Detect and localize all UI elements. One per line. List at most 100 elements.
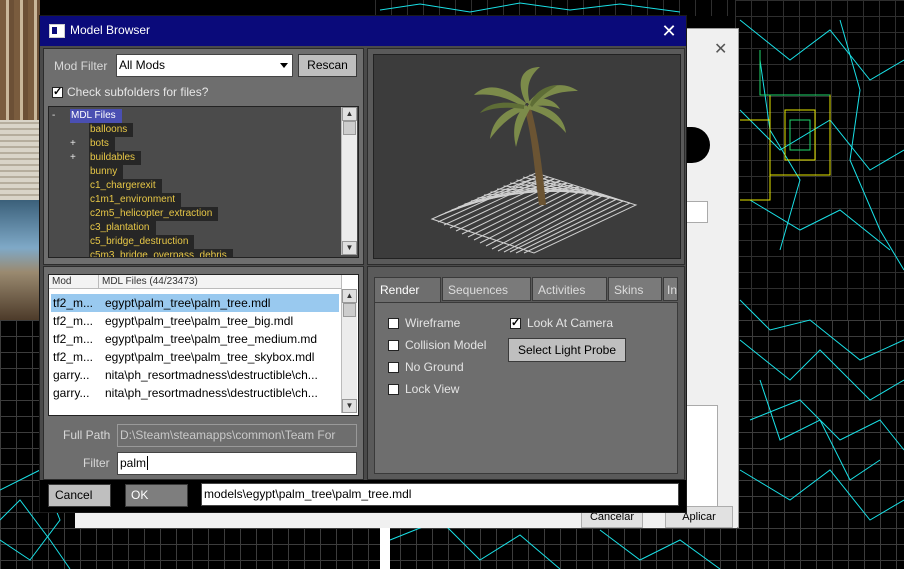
tab-render[interactable]: Render — [374, 277, 441, 303]
list-item[interactable]: garry... nita\ph_resortmadness\destructi… — [51, 384, 339, 402]
footer-bar: Cancel OK models\egypt\palm_tree\palm_tr… — [40, 480, 686, 512]
row-path: egypt\palm_tree\palm_tree_medium.md — [105, 332, 318, 346]
row-mod: tf2_m... — [53, 314, 94, 328]
row-path: nita\ph_resortmadness\destructible\ch... — [105, 386, 318, 400]
list-item[interactable]: tf2_m... egypt\palm_tree\palm_tree_skybo… — [51, 348, 339, 366]
col-files-header[interactable]: MDL Files (44/23473) — [99, 275, 342, 289]
wireframe-label: Wireframe — [405, 316, 461, 330]
file-list[interactable]: Mod MDL Files (44/23473) tf2_m... egypt\… — [48, 274, 359, 416]
file-list-scrollbar[interactable]: ▲ ▼ — [341, 289, 357, 413]
tree-expander[interactable]: + — [70, 137, 76, 151]
list-item[interactable]: garry... nita\ph_resortmadness\destructi… — [51, 366, 339, 384]
background-dialog: ✕ — [684, 28, 739, 528]
roof-texture — [0, 120, 40, 200]
collision-model-checkbox[interactable] — [388, 340, 399, 351]
background-field[interactable] — [686, 201, 708, 223]
row-path: egypt\palm_tree\palm_tree_skybox.mdl — [105, 350, 315, 364]
subfolders-label: Check subfolders for files? — [67, 85, 209, 99]
no-ground-label: No Ground — [405, 360, 464, 374]
tree-item[interactable]: balloons — [89, 123, 134, 137]
mod-filter-select[interactable]: All Mods — [116, 54, 293, 77]
row-mod: tf2_m... — [53, 332, 94, 346]
row-mod: garry... — [53, 368, 90, 382]
tab-info[interactable]: In — [663, 277, 678, 301]
full-path-field[interactable]: D:\Steam\steamapps\common\Team For — [117, 424, 357, 447]
tree-item[interactable]: bunny — [89, 165, 124, 179]
tree-item[interactable]: c2m5_helicopter_extraction — [89, 207, 219, 221]
filter-input[interactable]: palm​ — [117, 452, 357, 475]
list-item[interactable]: tf2_m... egypt\palm_tree\palm_tree.mdl — [51, 294, 339, 312]
file-panel: Mod MDL Files (44/23473) tf2_m... egypt\… — [43, 266, 364, 480]
col-mod-header[interactable]: Mod — [49, 275, 99, 289]
tab-strip: Render Sequences Activities Skins In — [374, 277, 678, 303]
no-ground-checkbox[interactable] — [388, 362, 399, 373]
render-tab-page: Wireframe Collision Model No Ground Lock… — [374, 302, 678, 474]
tree-item[interactable]: bots — [89, 137, 115, 151]
folder-tree[interactable]: - MDL Files balloons + bots + buildables… — [48, 106, 359, 258]
mod-filter-value: All Mods — [119, 58, 166, 72]
lock-view-checkbox[interactable] — [388, 384, 399, 395]
ok-button[interactable]: OK — [125, 484, 188, 507]
collision-model-label: Collision Model — [405, 338, 487, 352]
tree-root-expander[interactable]: - — [52, 109, 55, 123]
model-path-field[interactable]: models\egypt\palm_tree\palm_tree.mdl — [201, 483, 679, 506]
background-strip — [380, 528, 390, 569]
viewport-2d-grid-top — [375, 0, 735, 16]
cancel-button[interactable]: Cancel — [48, 484, 111, 507]
list-item[interactable]: tf2_m... egypt\palm_tree\palm_tree_big.m… — [51, 312, 339, 330]
dialog-title: Model Browser — [70, 23, 151, 37]
tree-item[interactable]: c5_bridge_destruction — [89, 235, 195, 249]
row-mod: tf2_m... — [53, 350, 94, 364]
list-item[interactable]: tf2_m... egypt\palm_tree\palm_tree_mediu… — [51, 330, 339, 348]
rescan-button[interactable]: Rescan — [298, 54, 357, 77]
chevron-down-icon — [280, 63, 288, 68]
scroll-up-icon[interactable]: ▲ — [342, 289, 357, 303]
angle-dial[interactable] — [684, 127, 710, 163]
wireframe-checkbox[interactable] — [388, 318, 399, 329]
filter-value: palm — [120, 456, 147, 470]
title-bar[interactable]: Model Browser ✕ — [40, 16, 686, 46]
preview-panel — [367, 48, 685, 265]
scroll-up-icon[interactable]: ▲ — [342, 107, 357, 121]
scroll-down-icon[interactable]: ▼ — [342, 399, 357, 413]
palm-tree-render — [430, 67, 638, 254]
full-path-label: Full Path — [63, 428, 111, 442]
filter-label: Filter — [83, 456, 110, 470]
tab-skins[interactable]: Skins — [608, 277, 662, 301]
row-path: egypt\palm_tree\palm_tree_big.mdl — [105, 314, 294, 328]
background-close-icon[interactable]: ✕ — [714, 39, 727, 59]
viewport-2d-grid-right — [735, 0, 904, 320]
scroll-thumb[interactable] — [343, 303, 356, 317]
tree-scrollbar[interactable]: ▲ ▼ — [341, 107, 357, 255]
close-icon[interactable]: ✕ — [652, 16, 686, 46]
look-at-camera-checkbox[interactable] — [510, 316, 521, 329]
tree-item[interactable]: buildables — [89, 151, 142, 165]
row-mod: tf2_m... — [53, 296, 94, 310]
ground-grid — [430, 172, 638, 254]
model-browser-dialog: Model Browser ✕ Mod Filter All Mods Resc… — [39, 15, 687, 513]
tab-activities[interactable]: Activities — [532, 277, 607, 301]
scroll-thumb[interactable] — [343, 121, 356, 135]
row-path: nita\ph_resortmadness\destructible\ch... — [105, 368, 318, 382]
scroll-down-icon[interactable]: ▼ — [342, 241, 357, 255]
app-icon — [49, 24, 65, 38]
tree-item[interactable]: c5m3_bridge_overpass_debris — [89, 249, 233, 257]
row-path: egypt\palm_tree\palm_tree.mdl — [105, 296, 271, 310]
model-preview[interactable] — [373, 54, 681, 259]
viewport-3d-textured — [0, 0, 40, 320]
house-texture — [0, 0, 40, 120]
tab-sequences[interactable]: Sequences — [442, 277, 531, 301]
tree-item[interactable]: c1_chargerexit — [89, 179, 162, 193]
wall-texture — [0, 200, 40, 320]
subfolders-checkbox[interactable] — [52, 85, 63, 98]
text-caret: ​ — [147, 456, 149, 470]
row-mod: garry... — [53, 386, 90, 400]
tree-item[interactable]: c1m1_environment — [89, 193, 182, 207]
tree-item[interactable]: c3_plantation — [89, 221, 156, 235]
select-light-probe-button[interactable]: Select Light Probe — [508, 338, 626, 362]
mod-filter-label: Mod Filter — [54, 59, 108, 73]
filter-panel: Mod Filter All Mods Rescan Check subfold… — [43, 48, 364, 265]
background-list[interactable] — [686, 405, 718, 509]
tree-expander[interactable]: + — [70, 151, 76, 165]
tree-root[interactable]: MDL Files — [70, 109, 122, 123]
